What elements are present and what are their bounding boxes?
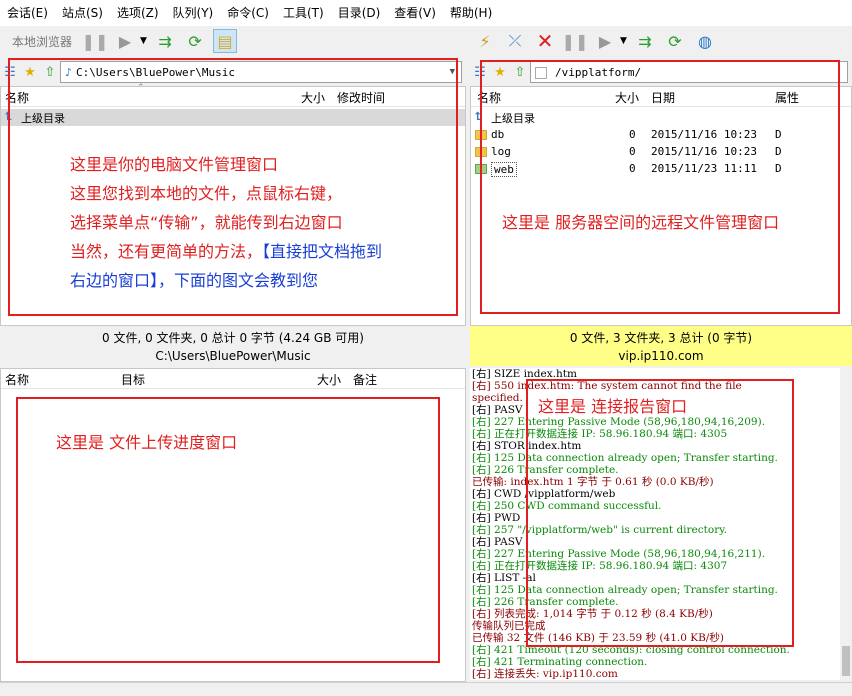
abort-icon[interactable]: ✕ — [533, 29, 557, 53]
menu-commands[interactable]: 命令(C) — [220, 0, 276, 26]
annotation-local: 这里是你的电脑文件管理窗口 这里您找到本地的文件，点鼠标右键， 选择菜单点“传输… — [70, 150, 455, 295]
annotation-local-line-3: 选择菜单点“传输”，就能传到右边窗口 — [70, 213, 343, 232]
globe-icon[interactable]: ◍ — [693, 29, 717, 53]
annotation-remote: 这里是 服务器空间的远程文件管理窗口 — [502, 213, 780, 232]
menu-help[interactable]: 帮助(H) — [443, 0, 499, 26]
log-line: [右] 连接丢失: vip.ip110.com — [472, 668, 618, 680]
local-toolbar: 本地浏览器 ❚❚ ▶ ▼ ⇉ ⟳ ▤ — [0, 26, 466, 56]
remote-status-host: vip.ip110.com — [618, 349, 704, 363]
folder-view-icon[interactable]: ▤ — [213, 29, 238, 53]
bottom-status-strip — [0, 682, 852, 696]
queue-transfer-icon[interactable]: ⇉ — [633, 29, 657, 53]
refresh-icon[interactable]: ⟳ — [183, 29, 207, 53]
pause-icon[interactable]: ❚❚ — [562, 29, 589, 53]
connect-icon[interactable]: ⚡ — [473, 29, 497, 53]
annotation-log: 这里是 连接报告窗口 — [538, 397, 688, 416]
annotation-queue: 这里是 文件上传进度窗口 — [56, 433, 238, 452]
remote-toolbar: ⚡ ⤫ ✕ ❚❚ ▶ ▼ ⇉ ⟳ ◍ — [470, 26, 852, 56]
scroll-thumb[interactable] — [842, 646, 850, 676]
log-scrollbar[interactable] — [840, 368, 852, 680]
menu-view[interactable]: 查看(V) — [387, 0, 443, 26]
col-note[interactable]: 备注 — [353, 371, 377, 388]
transfer-icon[interactable]: ▶ — [593, 29, 617, 53]
disconnect-icon[interactable]: ⤫ — [503, 29, 527, 53]
menu-sites[interactable]: 站点(S) — [55, 0, 110, 26]
annotation-local-blue-b: 右边的窗口】，下面的图文会教到您 — [70, 271, 319, 290]
remote-status-bar: 0 文件, 3 文件夹, 3 总计 (0 字节) vip.ip110.com — [470, 326, 852, 366]
annotation-local-line-2: 这里您找到本地的文件，点鼠标右键， — [70, 184, 343, 203]
menu-bar: 会话(E) 站点(S) 选项(Z) 队列(Y) 命令(C) 工具(T) 目录(D… — [0, 0, 852, 26]
queue-column-header: 名称 目标 大小 备注 — [1, 369, 465, 389]
col-size[interactable]: 大小 — [317, 371, 341, 388]
refresh-icon[interactable]: ⟳ — [663, 29, 687, 53]
local-browser-label[interactable]: 本地浏览器 — [0, 33, 80, 50]
col-name[interactable]: 名称 — [5, 371, 29, 388]
menu-tools[interactable]: 工具(T) — [276, 0, 331, 26]
annotation-local-line-1: 这里是你的电脑文件管理窗口 — [70, 155, 279, 174]
annotation-local-line-4: 当然，还有更简单的方法， — [70, 242, 263, 261]
chevron-down-icon[interactable]: ▼ — [140, 36, 150, 46]
log-line: [右] 421 Terminating connection. — [472, 656, 648, 668]
menu-session[interactable]: 会话(E) — [0, 0, 55, 26]
local-status-path: C:\Users\BluePower\Music — [155, 349, 311, 363]
menu-directory[interactable]: 目录(D) — [331, 0, 388, 26]
col-target[interactable]: 目标 — [121, 371, 145, 388]
local-status-summary: 0 文件, 0 文件夹, 0 总计 0 字节 (4.24 GB 可用) — [102, 331, 364, 345]
annotation-local-blue-a: 【直接把文档拖到 — [262, 242, 383, 261]
menu-options[interactable]: 选项(Z) — [110, 0, 166, 26]
annotation-box-remote — [480, 60, 840, 314]
pause-icon[interactable]: ❚❚ — [82, 29, 109, 53]
menu-queue[interactable]: 队列(Y) — [166, 0, 221, 26]
remote-status-summary: 0 文件, 3 文件夹, 3 总计 (0 字节) — [569, 331, 753, 345]
local-status-bar: 0 文件, 0 文件夹, 0 总计 0 字节 (4.24 GB 可用) C:\U… — [0, 326, 466, 366]
transfer-icon[interactable]: ▶ — [113, 29, 137, 53]
queue-transfer-icon[interactable]: ⇉ — [153, 29, 177, 53]
chevron-down-icon[interactable]: ▼ — [620, 36, 630, 46]
